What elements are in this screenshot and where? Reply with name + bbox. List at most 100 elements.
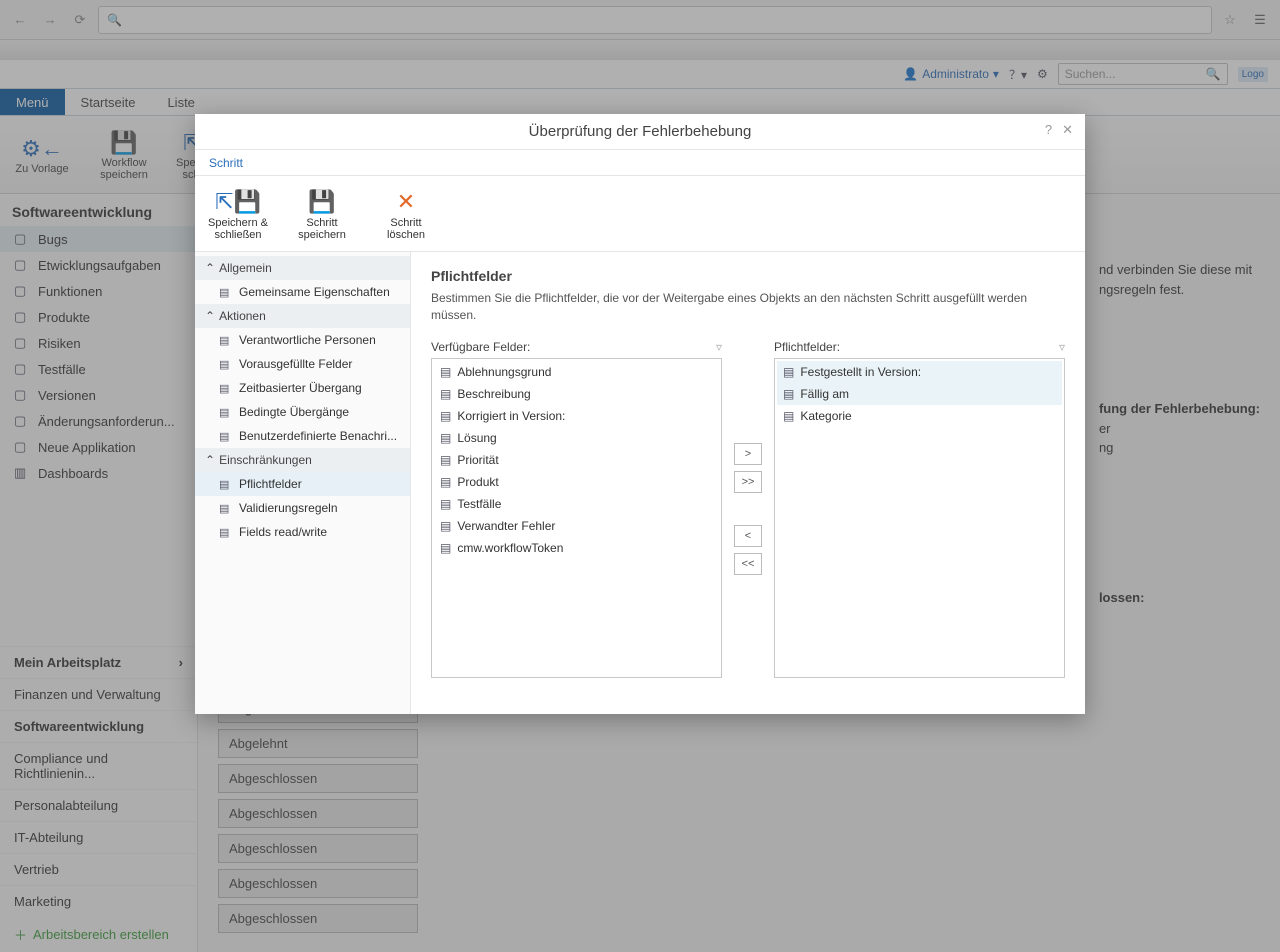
item-icon: ▤ [219, 502, 233, 515]
field-label: Fällig am [800, 387, 849, 401]
chevron-down-icon: ⌃ [205, 453, 215, 467]
field-item[interactable]: ▤ Kategorie [777, 405, 1062, 427]
field-icon: ▤ [783, 409, 794, 423]
field-item[interactable]: ▤ Beschreibung [434, 383, 719, 405]
modal-side-item-label: Bedingte Übergänge [239, 405, 349, 419]
field-label: Beschreibung [457, 387, 530, 401]
modal-side-item[interactable]: ▤ Pflichtfelder [195, 472, 410, 496]
add-button[interactable]: > [734, 443, 762, 465]
field-icon: ▤ [440, 431, 451, 445]
modal-side-item[interactable]: ▤ Zeitbasierter Übergang [195, 376, 410, 400]
field-label: Ablehnungsgrund [457, 365, 551, 379]
field-label: Verwandter Fehler [457, 519, 555, 533]
field-icon: ▤ [440, 475, 451, 489]
field-label: cmw.workflowToken [457, 541, 563, 555]
modal-save-step-button[interactable]: 💾 Schritt speichern [287, 187, 357, 241]
btn-label: Speichern & schließen [203, 217, 273, 241]
remove-button[interactable]: < [734, 525, 762, 547]
save-icon: 💾 [308, 187, 335, 217]
modal-side-item-label: Benutzerdefinierte Benachri... [239, 429, 397, 443]
panel-heading: Pflichtfelder [431, 268, 1065, 284]
modal-side-item-label: Gemeinsame Eigenschaften [239, 285, 390, 299]
field-icon: ▤ [440, 387, 451, 401]
panel-desc: Bestimmen Sie die Pflichtfelder, die vor… [431, 290, 1065, 324]
item-icon: ▤ [219, 334, 233, 347]
modal-side-item-label: Pflichtfelder [239, 477, 302, 491]
item-icon: ▤ [219, 478, 233, 491]
item-icon: ▤ [219, 382, 233, 395]
modal-content: Pflichtfelder Bestimmen Sie die Pflichtf… [411, 252, 1085, 714]
item-icon: ▤ [219, 286, 233, 299]
item-icon: ▤ [219, 526, 233, 539]
modal-title: Überprüfung der Fehlerbehebung [529, 123, 752, 140]
field-item[interactable]: ▤ Produkt [434, 471, 719, 493]
field-label: Kategorie [800, 409, 851, 423]
field-label: Lösung [457, 431, 496, 445]
modal-side-item[interactable]: ▤ Vorausgefüllte Felder [195, 352, 410, 376]
modal-side-item-label: Fields read/write [239, 525, 327, 539]
modal-side-item[interactable]: ▤ Verantwortliche Personen [195, 328, 410, 352]
filter-icon[interactable]: ▿ [716, 340, 722, 354]
modal-titlebar: Überprüfung der Fehlerbehebung ? ✕ [195, 114, 1085, 150]
subtab-step[interactable]: Schritt [207, 156, 245, 170]
field-label: Produkt [457, 475, 498, 489]
add-all-button[interactable]: >> [734, 471, 762, 493]
modal-side-item[interactable]: ▤ Gemeinsame Eigenschaften [195, 280, 410, 304]
field-icon: ▤ [440, 453, 451, 467]
field-item[interactable]: ▤ Ablehnungsgrund [434, 361, 719, 383]
field-item[interactable]: ▤ Priorität [434, 449, 719, 471]
field-icon: ▤ [440, 541, 451, 555]
modal-save-close-button[interactable]: ⇱💾 Speichern & schließen [203, 187, 273, 241]
field-icon: ▤ [440, 497, 451, 511]
modal-side-nav: ⌃ Allgemein ▤ Gemeinsame Eigenschaften ⌃ Ak… [195, 252, 411, 714]
remove-all-button[interactable]: << [734, 553, 762, 575]
modal-side-item-label: Zeitbasierter Übergang [239, 381, 362, 395]
required-list[interactable]: ▤ Festgestellt in Version: ▤ Fällig am ▤ Kate… [774, 358, 1065, 678]
modal-toolbar: ⇱💾 Speichern & schließen 💾 Schritt speic… [195, 176, 1085, 252]
modal-side-group[interactable]: ⌃ Einschränkungen [195, 448, 410, 472]
item-icon: ▤ [219, 406, 233, 419]
close-icon[interactable]: ✕ [1062, 122, 1073, 138]
field-label: Festgestellt in Version: [800, 365, 921, 379]
filter-icon[interactable]: ▿ [1059, 340, 1065, 354]
modal-side-item-label: Vorausgefüllte Felder [239, 357, 352, 371]
delete-x-icon: ✕ [397, 187, 415, 217]
available-label: Verfügbare Felder: [431, 340, 530, 354]
modal-delete-step-button[interactable]: ✕ Schritt löschen [371, 187, 441, 241]
field-item[interactable]: ▤ Fällig am [777, 383, 1062, 405]
field-item[interactable]: ▤ Verwandter Fehler [434, 515, 719, 537]
modal-side-item[interactable]: ▤ Validierungsregeln [195, 496, 410, 520]
field-label: Priorität [457, 453, 498, 467]
modal-side-item-label: Validierungsregeln [239, 501, 338, 515]
field-icon: ▤ [440, 409, 451, 423]
transfer-buttons: > >> < << [734, 443, 762, 575]
chevron-down-icon: ⌃ [205, 261, 215, 275]
field-item[interactable]: ▤ Lösung [434, 427, 719, 449]
field-item[interactable]: ▤ cmw.workflowToken [434, 537, 719, 559]
save-close-icon: ⇱💾 [215, 187, 261, 217]
chevron-down-icon: ⌃ [205, 309, 215, 323]
modal-side-item[interactable]: ▤ Benutzerdefinierte Benachri... [195, 424, 410, 448]
field-item[interactable]: ▤ Festgestellt in Version: [777, 361, 1062, 383]
field-icon: ▤ [783, 387, 794, 401]
modal-side-group[interactable]: ⌃ Allgemein [195, 256, 410, 280]
btn-label: Schritt löschen [371, 217, 441, 241]
item-icon: ▤ [219, 358, 233, 371]
field-icon: ▤ [440, 519, 451, 533]
field-icon: ▤ [783, 365, 794, 379]
field-icon: ▤ [440, 365, 451, 379]
item-icon: ▤ [219, 430, 233, 443]
modal-subtabs: Schritt [195, 150, 1085, 176]
modal-side-group[interactable]: ⌃ Aktionen [195, 304, 410, 328]
modal-side-item[interactable]: ▤ Fields read/write [195, 520, 410, 544]
help-icon[interactable]: ? [1045, 122, 1052, 138]
field-label: Korrigiert in Version: [457, 409, 565, 423]
modal-side-item-label: Verantwortliche Personen [239, 333, 376, 347]
available-list[interactable]: ▤ Ablehnungsgrund ▤ Beschreibung ▤ Korrigiert… [431, 358, 722, 678]
field-label: Testfälle [457, 497, 501, 511]
field-item[interactable]: ▤ Korrigiert in Version: [434, 405, 719, 427]
modal-dialog: Überprüfung der Fehlerbehebung ? ✕ Schri… [195, 114, 1085, 714]
btn-label: Schritt speichern [287, 217, 357, 241]
modal-side-item[interactable]: ▤ Bedingte Übergänge [195, 400, 410, 424]
field-item[interactable]: ▤ Testfälle [434, 493, 719, 515]
